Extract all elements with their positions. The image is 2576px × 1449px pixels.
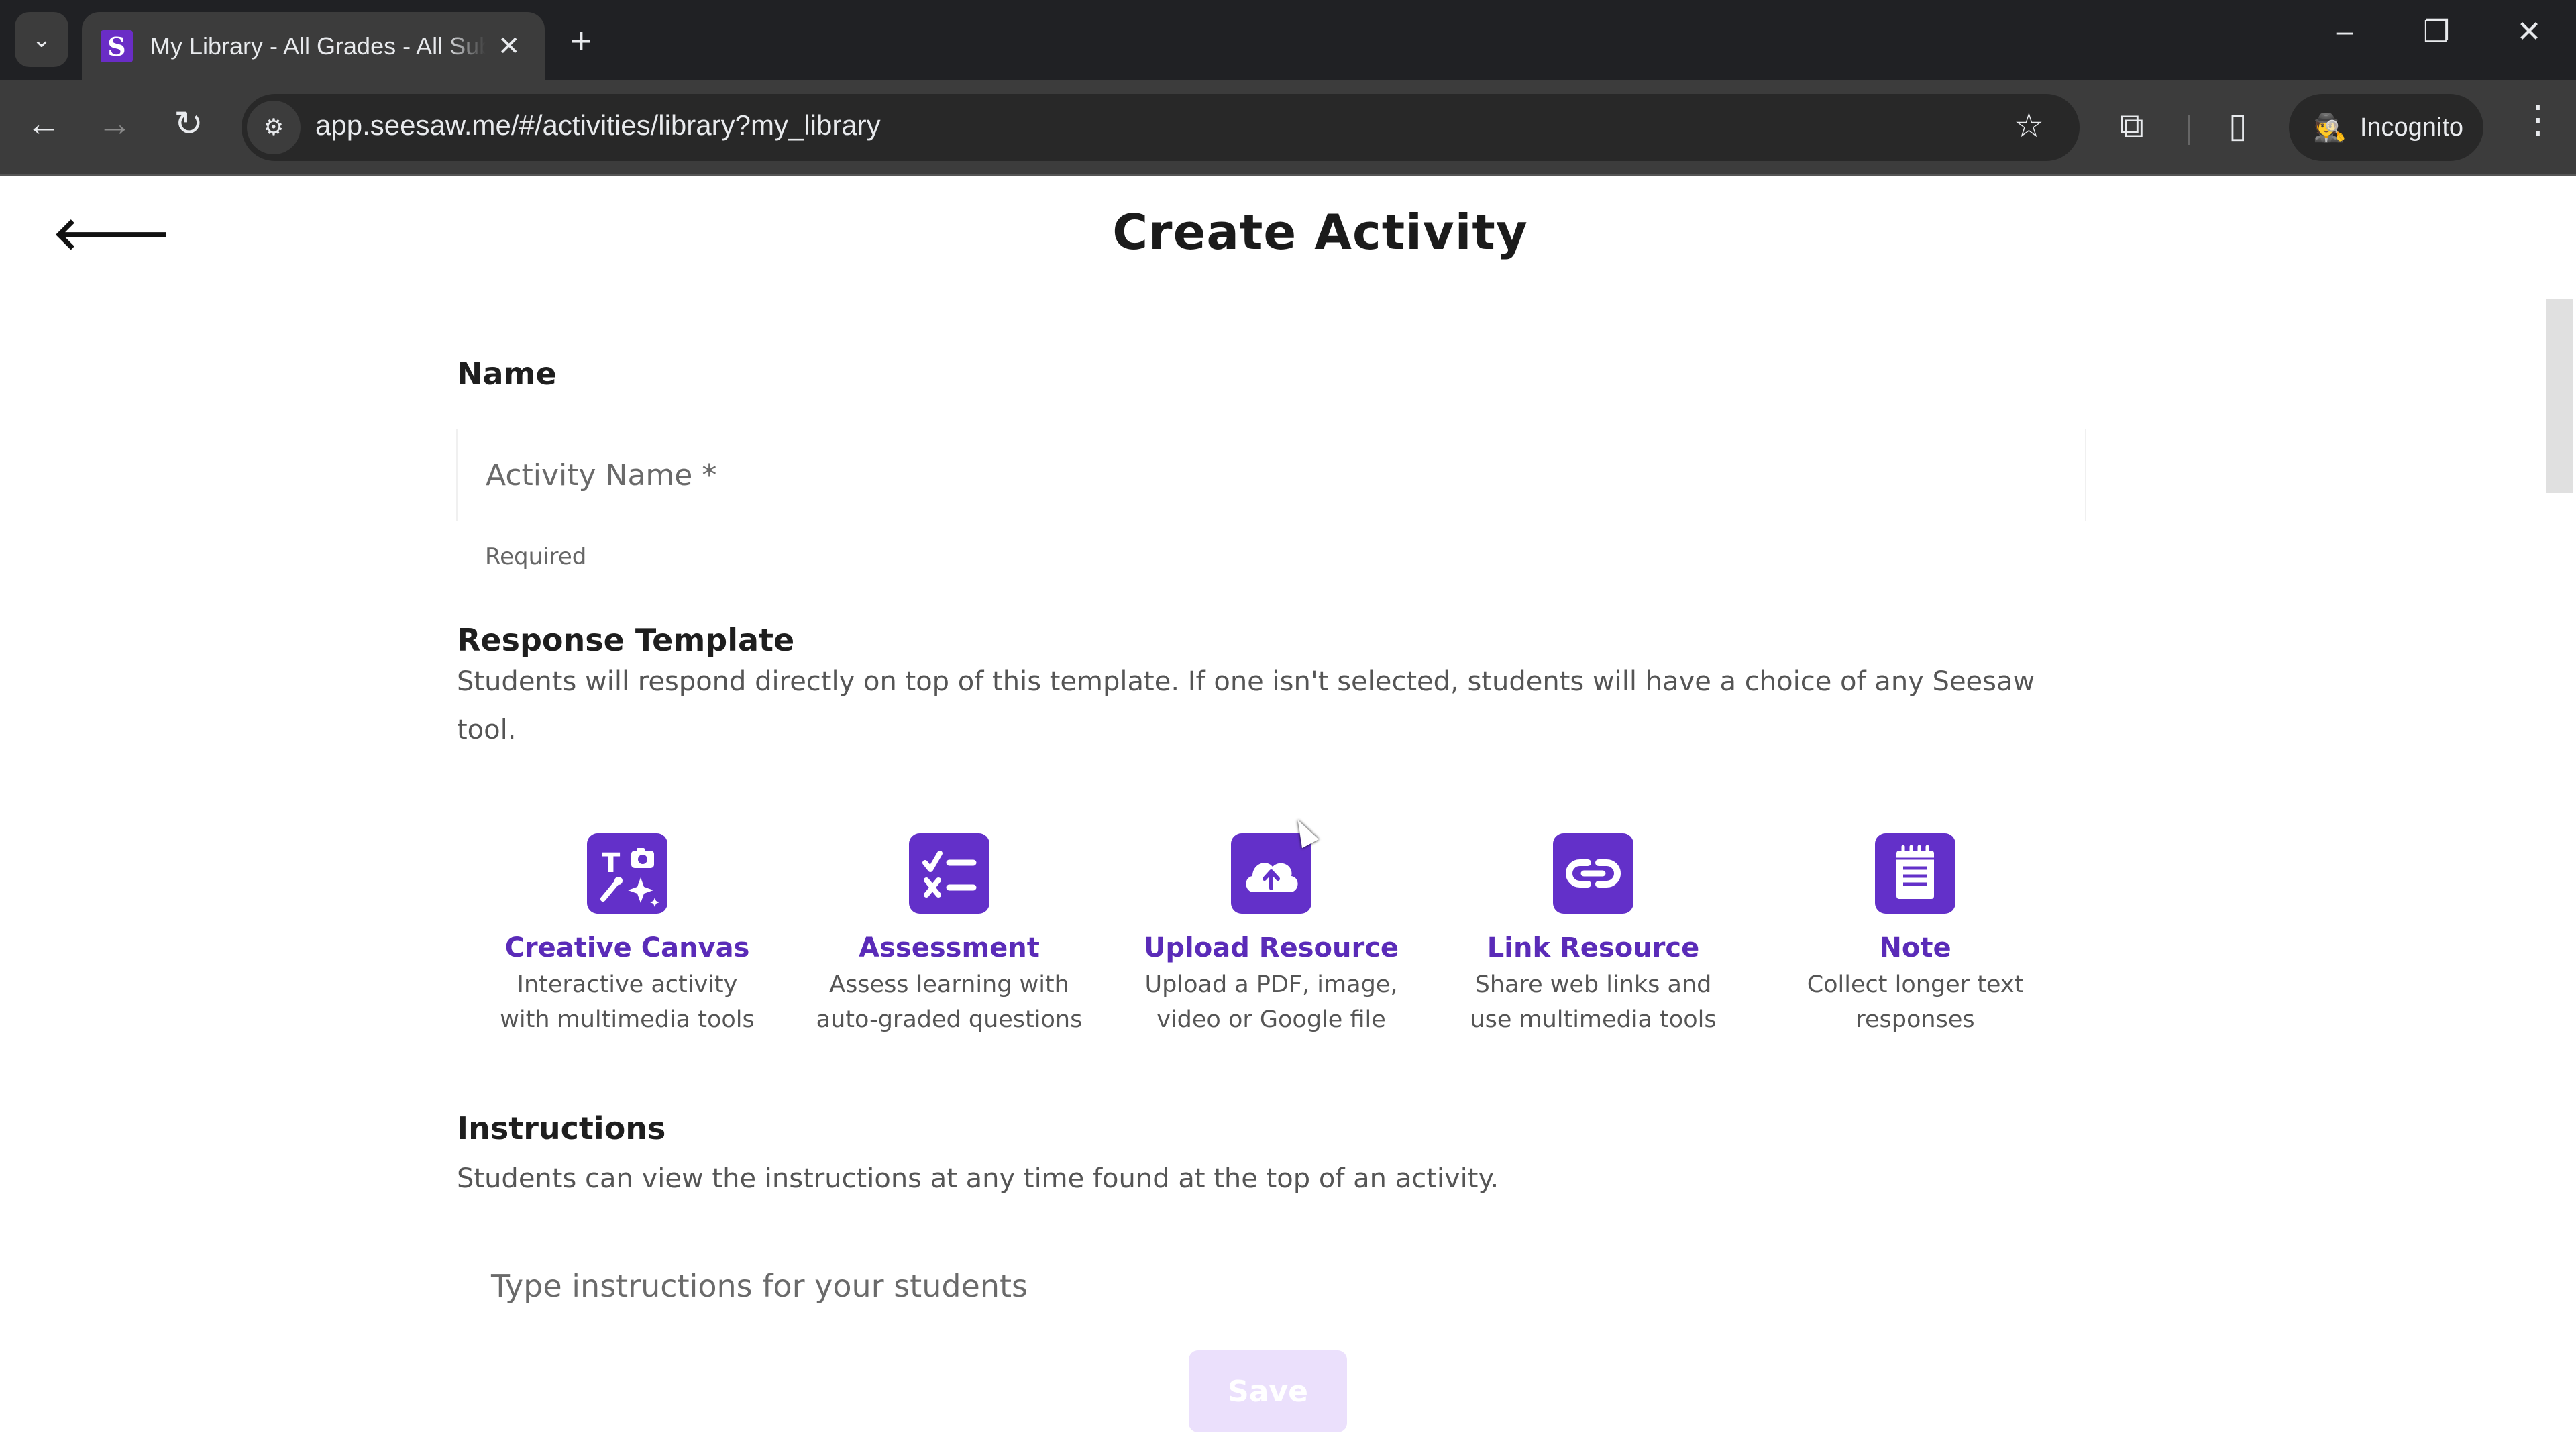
toolbar-divider (2188, 115, 2190, 145)
required-helper-text: Required (485, 543, 587, 570)
instructions-textarea[interactable] (470, 1249, 2086, 1330)
browser-tab-active[interactable]: S My Library - All Grades - All Subjects… (82, 12, 545, 80)
template-option-creative-canvas[interactable]: T Creative Canvas Interactive activity w… (466, 833, 788, 1037)
back-nav-button[interactable]: ← (20, 104, 67, 144)
new-tab-button[interactable]: + (570, 19, 592, 62)
seesaw-favicon-icon: S (101, 30, 133, 62)
activity-name-field[interactable] (456, 429, 2086, 521)
extensions-icon[interactable]: ⧉ (2120, 106, 2144, 146)
incognito-label: Incognito (2359, 113, 2464, 142)
incognito-icon: 🕵 (2313, 113, 2347, 143)
tab-title: My Library - All Grades - All Subjects (150, 32, 486, 60)
chevron-down-icon: ⌄ (32, 27, 52, 52)
browser-menu-icon[interactable]: ⋮ (2519, 101, 2557, 138)
creative-canvas-icon: T (587, 833, 667, 914)
url-text[interactable]: app.seesaw.me/#/activities/library?my_li… (315, 109, 881, 142)
instructions-description: Students can view the instructions at an… (457, 1163, 1499, 1194)
template-option-upload-resource[interactable]: Upload Resource Upload a PDF, image, vid… (1110, 833, 1432, 1037)
restore-button[interactable]: ❐ (2410, 15, 2463, 49)
template-title: Upload Resource (1143, 932, 1399, 963)
tab-search-button[interactable]: ⌄ (15, 12, 68, 67)
template-title: Note (1879, 932, 1951, 963)
minimize-button[interactable]: – (2318, 15, 2371, 48)
browser-tab-strip: ⌄ S My Library - All Grades - All Subjec… (0, 0, 2576, 80)
scrollbar-thumb[interactable] (2546, 299, 2573, 493)
response-template-title: Response Template (457, 622, 795, 658)
response-template-description: Students will respond directly on top of… (457, 666, 2035, 745)
template-option-link-resource[interactable]: Link Resource Share web links and use mu… (1432, 833, 1754, 1037)
template-title: Creative Canvas (504, 932, 750, 963)
side-panel-icon[interactable]: ▯ (2229, 106, 2247, 145)
site-info-icon[interactable]: ⚙ (247, 101, 301, 154)
link-icon (1553, 833, 1633, 914)
instructions-title: Instructions (457, 1110, 666, 1146)
template-description: Collect longer text responses (1807, 971, 2024, 1033)
checklist-icon (909, 833, 989, 914)
template-description: Interactive activity with multimedia too… (500, 971, 755, 1033)
bookmark-star-icon[interactable]: ☆ (2014, 106, 2044, 145)
reload-button[interactable]: ↻ (165, 104, 212, 144)
page-title: Create Activity (1112, 204, 1528, 260)
cloud-upload-icon (1231, 833, 1311, 914)
template-title: Link Resource (1487, 932, 1700, 963)
tab-close-button[interactable]: ✕ (498, 31, 521, 62)
create-activity-page: 🡐 Create Activity Name Required Response… (0, 176, 2576, 1449)
incognito-badge[interactable]: 🕵 Incognito (2289, 94, 2483, 161)
close-window-button[interactable]: ✕ (2502, 15, 2556, 49)
save-button[interactable]: Save (1189, 1350, 1347, 1432)
template-description: Share web links and use multimedia tools (1470, 971, 1717, 1033)
notepad-icon (1875, 833, 1955, 914)
template-option-note[interactable]: Note Collect longer text responses (1754, 833, 2076, 1037)
template-title: Assessment (859, 932, 1040, 963)
template-option-assessment[interactable]: Assessment Assess learning with auto-gra… (788, 833, 1110, 1037)
template-description: Assess learning with auto-graded questio… (816, 971, 1083, 1033)
name-section-label: Name (457, 356, 557, 392)
template-description: Upload a PDF, image, video or Google fil… (1144, 971, 1398, 1033)
svg-text:T: T (602, 848, 621, 879)
forward-nav-button[interactable]: → (91, 104, 138, 144)
response-template-options: T Creative Canvas Interactive activity w… (456, 833, 2100, 1048)
instructions-field[interactable] (470, 1249, 2086, 1330)
activity-name-input[interactable] (458, 429, 2085, 521)
